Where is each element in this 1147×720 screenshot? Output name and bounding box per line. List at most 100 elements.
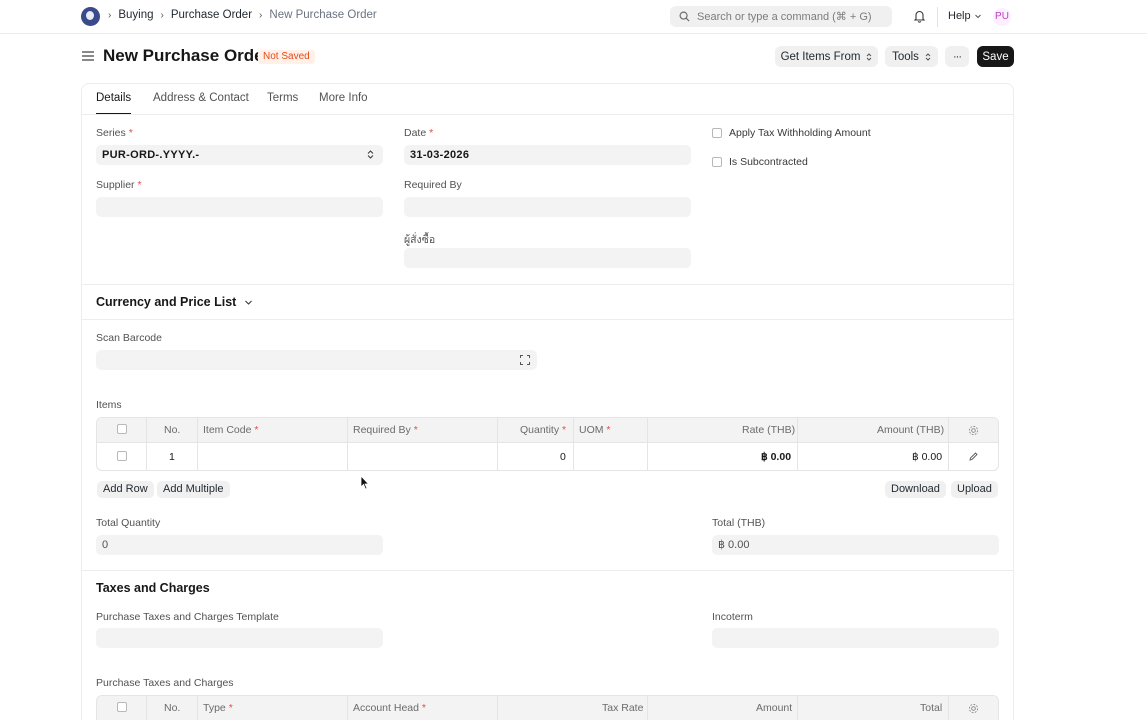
is-subcontracted-checkbox[interactable]: [712, 157, 722, 167]
incoterm-field[interactable]: [712, 628, 999, 648]
buyer-field[interactable]: [404, 248, 691, 268]
form-tabs: Details Address & Contact Terms More Inf…: [82, 84, 1013, 115]
tools-button[interactable]: Tools: [885, 46, 938, 67]
section-divider: [82, 319, 1013, 320]
row-rate[interactable]: ฿ 0.00: [761, 451, 791, 463]
taxes-template-field[interactable]: [96, 628, 383, 648]
taxes-section-title: Taxes and Charges: [96, 581, 210, 595]
chevron-right-icon: ›: [108, 9, 112, 21]
chevron-right-icon: ›: [259, 9, 263, 21]
row-quantity[interactable]: 0: [560, 451, 566, 463]
breadcrumb-buying[interactable]: Buying: [118, 9, 153, 21]
col-quantity-text: Quantity: [520, 424, 560, 436]
column-divider: [497, 418, 498, 470]
supplier-label: Supplier *: [96, 179, 142, 191]
section-divider: [82, 570, 1013, 571]
navbar-divider: [937, 7, 938, 27]
cursor-icon: [360, 475, 370, 490]
breadcrumb-new-purchase-order[interactable]: New Purchase Order: [269, 9, 376, 21]
tab-more-info[interactable]: More Info: [319, 92, 368, 104]
series-select[interactable]: PUR-ORD-.YYYY.-: [96, 145, 383, 165]
date-field[interactable]: 31-03-2026: [404, 145, 691, 165]
total-label: Total (THB): [712, 517, 766, 529]
total-quantity-label: Total Quantity: [96, 517, 161, 529]
more-actions-button[interactable]: ···: [945, 46, 969, 67]
add-row-button[interactable]: Add Row: [97, 481, 154, 498]
top-navbar: › Buying › Purchase Order › New Purchase…: [0, 0, 1147, 34]
col-rate: Rate (THB): [742, 424, 796, 436]
chevron-right-icon: ›: [160, 9, 164, 21]
items-label: Items: [96, 399, 122, 411]
column-divider: [948, 696, 949, 720]
incoterm-label: Incoterm: [712, 611, 753, 623]
series-label: Series *: [96, 127, 133, 139]
select-all-checkbox[interactable]: [117, 424, 127, 434]
col-uom-text: UOM: [579, 424, 604, 436]
col-quantity: Quantity *: [520, 424, 566, 436]
col-amount: Amount (THB): [877, 424, 945, 436]
hamburger-icon[interactable]: [82, 50, 94, 65]
sort-arrows-icon: [367, 150, 374, 159]
upload-button[interactable]: Upload: [951, 481, 998, 498]
col-account-head: Account Head *: [353, 702, 426, 714]
required-star: *: [254, 424, 259, 436]
total-quantity-field: 0: [96, 535, 383, 555]
required-star: *: [128, 127, 133, 139]
column-divider: [647, 418, 648, 470]
row-checkbox[interactable]: [117, 451, 127, 461]
tab-terms[interactable]: Terms: [267, 92, 298, 104]
column-divider: [146, 418, 147, 470]
edit-icon[interactable]: [969, 452, 978, 461]
column-divider: [347, 696, 348, 720]
is-subcontracted-label: Is Subcontracted: [729, 156, 808, 168]
avatar[interactable]: PU: [993, 8, 1011, 26]
help-dropdown[interactable]: Help: [948, 10, 982, 22]
column-divider: [573, 418, 574, 470]
download-button[interactable]: Download: [885, 481, 946, 498]
add-multiple-button[interactable]: Add Multiple: [157, 481, 230, 498]
required-star: *: [429, 127, 434, 139]
col-tax-rate: Tax Rate: [602, 702, 644, 714]
col-required-by: Required By *: [353, 424, 418, 436]
col-item-code: Item Code *: [203, 424, 258, 436]
get-items-from-label: Get Items From: [780, 50, 861, 63]
select-all-checkbox[interactable]: [117, 702, 127, 712]
expand-icon[interactable]: [520, 355, 530, 365]
col-type-text: Type: [203, 702, 226, 714]
column-divider: [197, 418, 198, 470]
required-star: *: [228, 702, 233, 714]
apply-tax-withholding-label: Apply Tax Withholding Amount: [729, 127, 871, 139]
section-divider: [82, 284, 1013, 285]
supplier-label-text: Supplier: [96, 179, 135, 191]
get-items-from-button[interactable]: Get Items From: [775, 46, 878, 67]
taxes-template-label: Purchase Taxes and Charges Template: [96, 611, 279, 623]
search-bar[interactable]: [670, 6, 892, 27]
apply-tax-withholding-checkbox[interactable]: [712, 128, 722, 138]
required-by-field[interactable]: [404, 197, 691, 217]
app-logo-icon[interactable]: [81, 7, 100, 26]
scan-barcode-field[interactable]: [96, 350, 537, 370]
tab-details[interactable]: Details: [96, 92, 131, 104]
required-star: *: [421, 702, 426, 714]
col-no: No.: [164, 424, 181, 436]
total-field: ฿ 0.00: [712, 535, 999, 555]
gear-icon[interactable]: [968, 703, 979, 714]
required-star: *: [137, 179, 142, 191]
breadcrumb-purchase-order[interactable]: Purchase Order: [171, 9, 252, 21]
items-table: No. Item Code * Required By * Quantity *…: [96, 417, 999, 471]
search-input[interactable]: [697, 10, 887, 23]
column-divider: [948, 418, 949, 470]
row-divider: [97, 442, 998, 443]
required-by-label: Required By: [404, 179, 462, 191]
tab-address-contact[interactable]: Address & Contact: [153, 92, 249, 104]
supplier-field[interactable]: [96, 197, 383, 217]
active-tab-indicator: [96, 113, 131, 114]
bell-icon[interactable]: [913, 9, 926, 26]
col-account-head-text: Account Head: [353, 702, 419, 714]
chevron-down-icon: [245, 300, 253, 305]
sort-arrows-icon: [867, 52, 872, 61]
gear-icon[interactable]: [968, 425, 979, 436]
column-divider: [797, 696, 798, 720]
save-button[interactable]: Save: [977, 46, 1014, 67]
currency-section-toggle[interactable]: Currency and Price List: [96, 295, 253, 309]
